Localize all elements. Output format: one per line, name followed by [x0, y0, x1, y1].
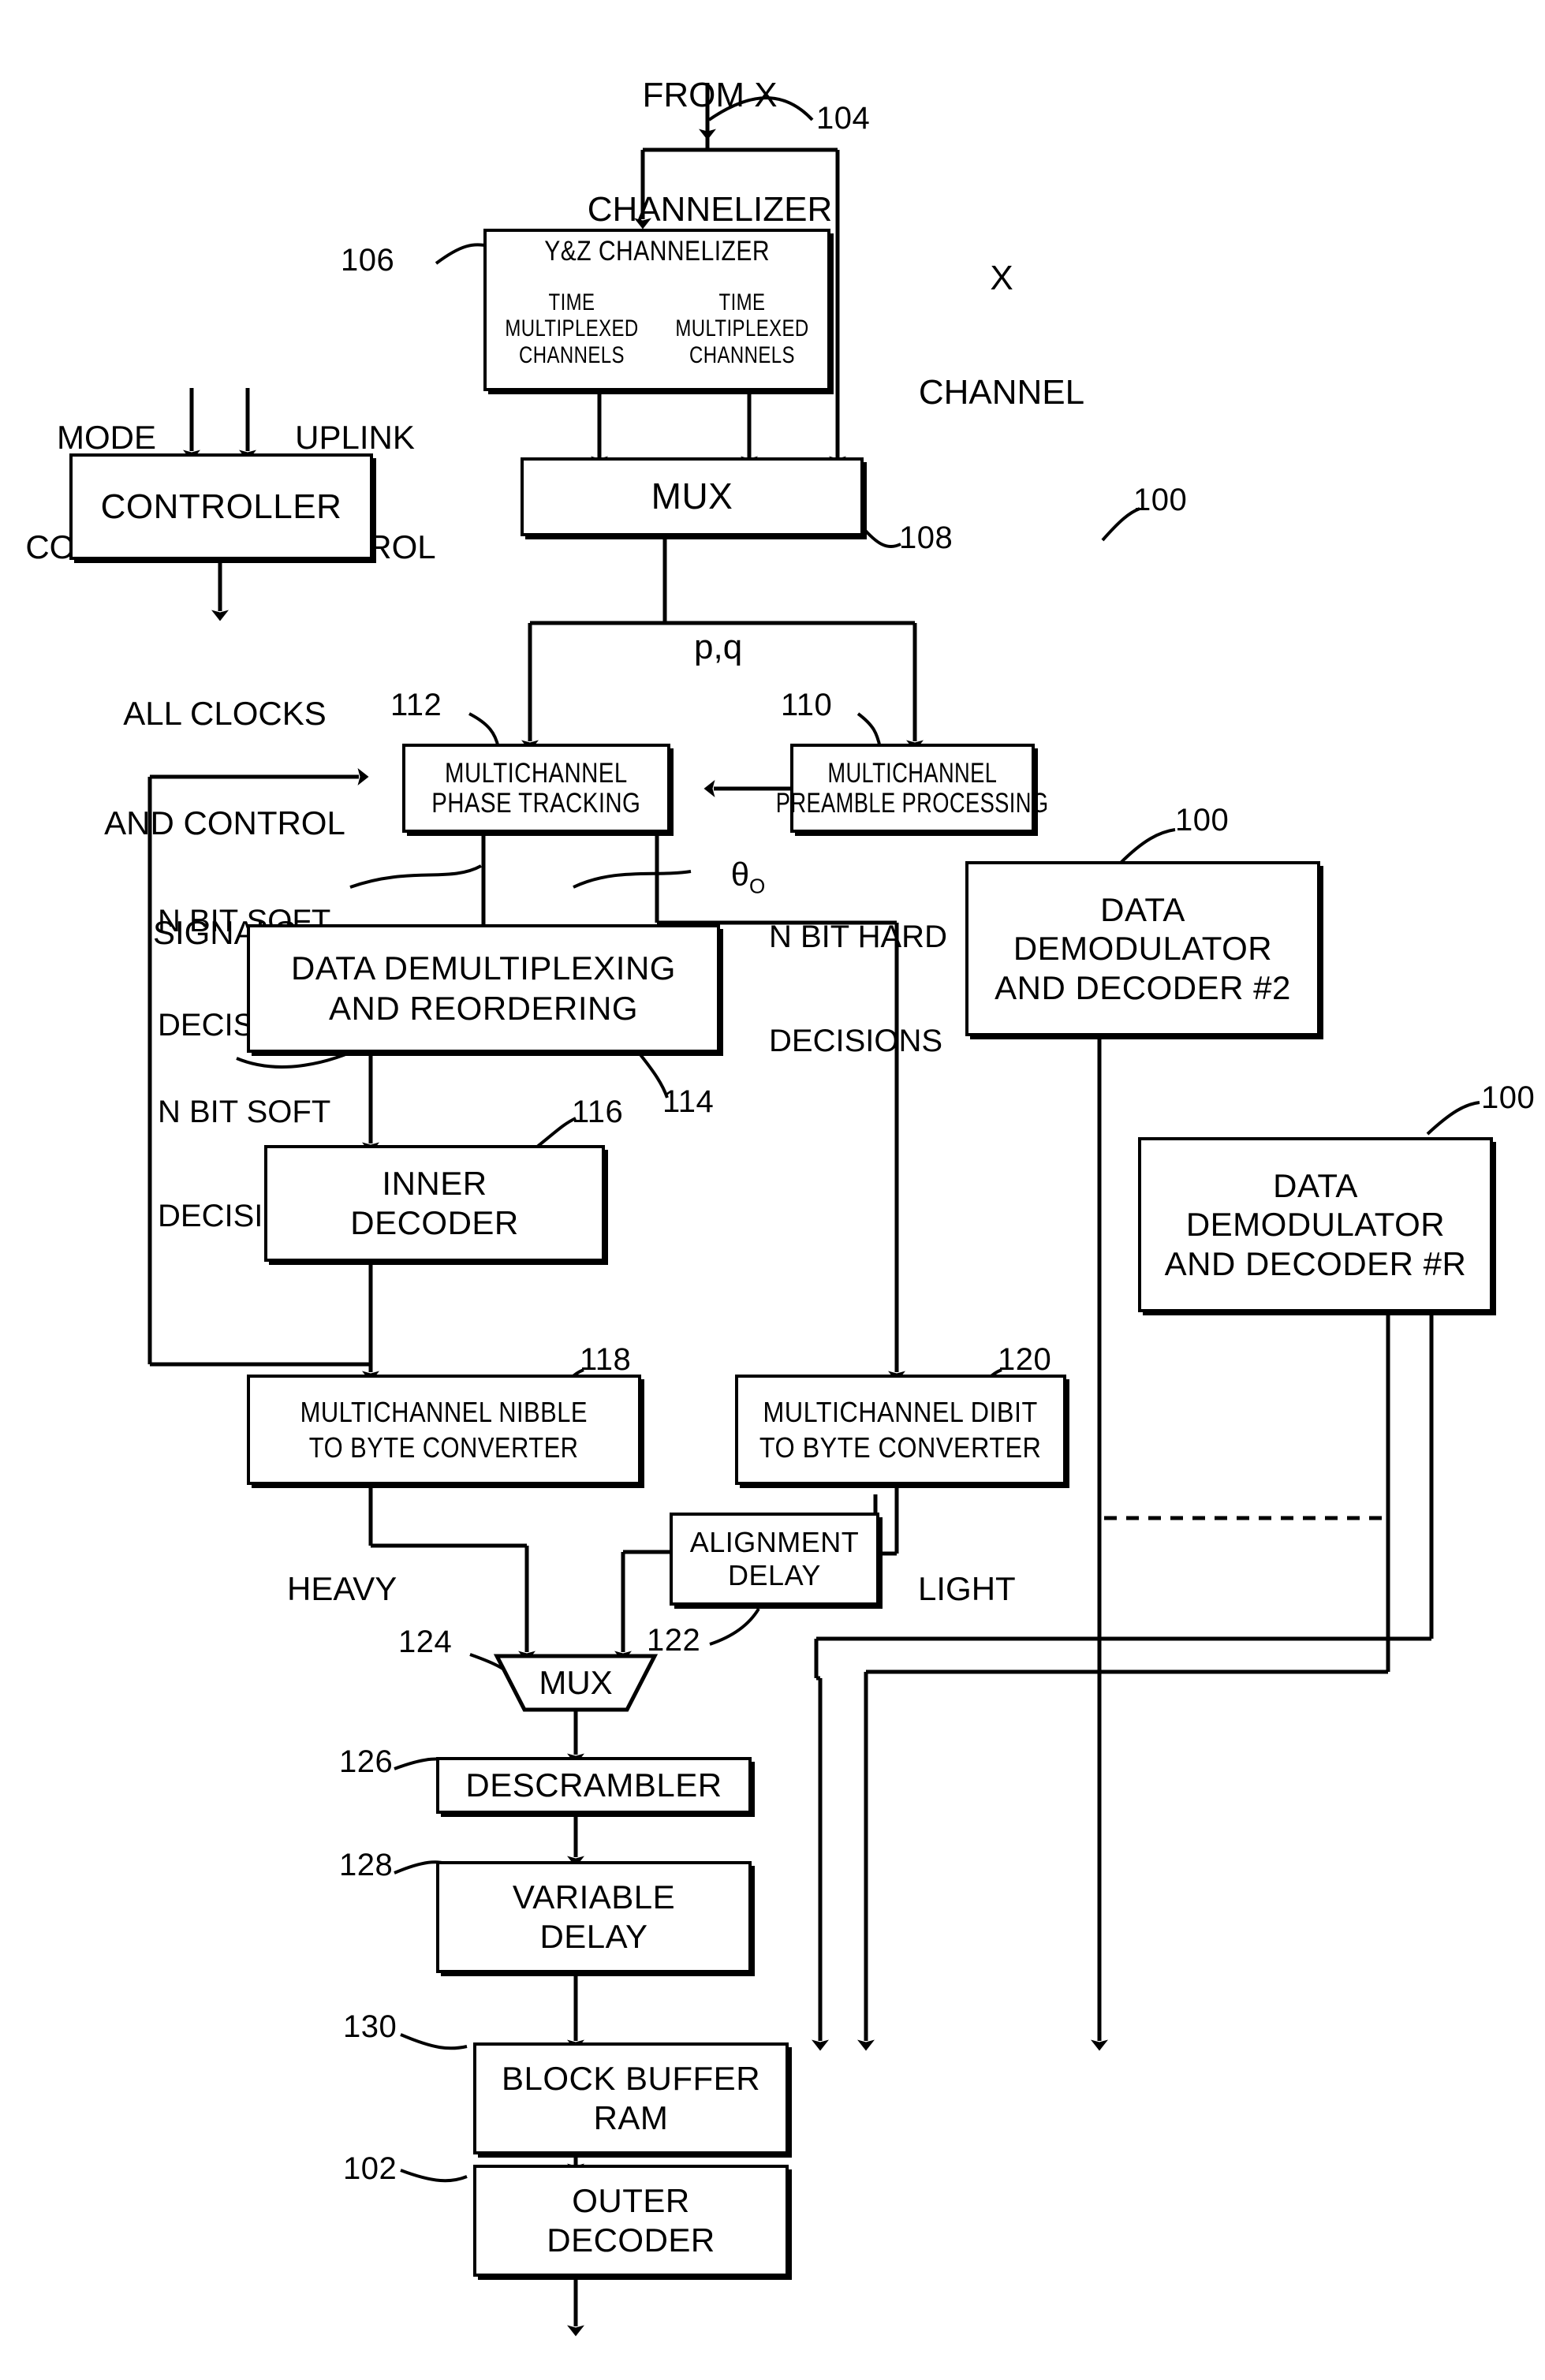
demod2-line1: DATA: [1100, 890, 1185, 928]
yz-right-cell: TIME MULTIPLEXED CHANNELS: [657, 289, 827, 369]
demod2-line3: AND DECODER #2: [995, 968, 1291, 1006]
ref-112: 112: [390, 688, 442, 722]
mux-bottom-block[interactable]: MUX: [497, 1656, 655, 1710]
inner-decoder-block[interactable]: INNER DECODER: [264, 1145, 605, 1262]
light-text: LIGHT: [918, 1570, 1016, 1608]
theta-o-label: θO: [694, 820, 766, 934]
mux-bottom-label: MUX: [539, 1664, 613, 1701]
alignment-delay-block[interactable]: ALIGNMENT DELAY: [670, 1513, 879, 1606]
ref-114: 114: [662, 1084, 715, 1119]
bbram-line2: RAM: [593, 2099, 669, 2136]
from-x-line2: CHANNELIZER: [587, 189, 833, 229]
left-multiplexed: MULTIPLEXED: [505, 315, 639, 342]
x-channel-line2: CHANNEL: [918, 372, 1085, 412]
demodr-line1: DATA: [1273, 1166, 1358, 1204]
right-time: TIME: [718, 289, 766, 315]
inner-line1: INNER: [382, 1164, 487, 1202]
clocks-line1: ALL CLOCKS: [123, 695, 327, 733]
ref-100-demodr: 100: [1481, 1080, 1536, 1115]
hard-line2: DECISIONS: [769, 1024, 943, 1058]
ref-122: 122: [647, 1623, 701, 1658]
theta-symbol: θ: [730, 856, 750, 893]
yz-channelizer-block[interactable]: Y&Z CHANNELIZER TIME MULTIPLEXED CHANNEL…: [483, 229, 830, 391]
right-multiplexed: MULTIPLEXED: [675, 315, 809, 342]
preamble-line2: PREAMBLE PROCESSING: [776, 787, 1049, 819]
n-bit-hard-decisions: N BIT HARD DECISIONS: [769, 850, 947, 1128]
nibble-line1: MULTICHANNEL NIBBLE: [300, 1396, 588, 1428]
pq-label: p,q: [694, 552, 742, 743]
inner-line2: DECODER: [350, 1204, 519, 1241]
ref-118: 118: [580, 1342, 632, 1377]
x-channel-line1: X: [990, 258, 1013, 297]
heavy-text: HEAVY: [287, 1570, 397, 1608]
descrambler-block[interactable]: DESCRAMBLER: [436, 1757, 752, 1814]
mux-top-label: MUX: [651, 476, 733, 517]
left-time: TIME: [548, 289, 595, 315]
mux-top-block[interactable]: MUX: [521, 457, 864, 536]
variable-delay-block[interactable]: VARIABLE DELAY: [436, 1861, 752, 1973]
x-channel-label: X CHANNEL: [891, 183, 1112, 488]
heavy-label: HEAVY: [287, 1498, 397, 1681]
ref-120: 120: [998, 1342, 1052, 1377]
ref-100-demod2: 100: [1175, 803, 1230, 837]
dibit-line1: MULTICHANNEL DIBIT: [763, 1396, 1039, 1428]
ref-106: 106: [341, 243, 395, 278]
ref-102: 102: [343, 2151, 397, 2186]
vardelay-line1: VARIABLE: [512, 1878, 676, 1916]
ref-126: 126: [339, 1744, 394, 1779]
ref-124: 124: [398, 1625, 453, 1659]
multichannel-nibble-to-byte-block[interactable]: MULTICHANNEL NIBBLE TO BYTE CONVERTER: [247, 1375, 641, 1485]
vardelay-line2: DELAY: [539, 1918, 648, 1955]
hard-line1: N BIT HARD: [769, 920, 947, 954]
light-label: LIGHT: [918, 1498, 1016, 1681]
multichannel-preamble-processing-block[interactable]: MULTICHANNEL PREAMBLE PROCESSING: [776, 744, 1048, 833]
demux-line2: AND REORDERING: [328, 989, 639, 1027]
phase-line1: MULTICHANNEL: [445, 757, 628, 789]
soft2-line1: N BIT SOFT: [158, 1095, 331, 1129]
pq-text: p,q: [694, 627, 743, 666]
mode-line1: MODE: [57, 419, 156, 457]
right-channels: CHANNELS: [689, 341, 795, 368]
ref-108: 108: [899, 520, 953, 555]
yz-channelizer-title: Y&Z CHANNELIZER: [544, 236, 770, 267]
demodr-line3: AND DECODER #R: [1164, 1244, 1467, 1282]
dibit-line2: TO BYTE CONVERTER: [759, 1431, 1042, 1464]
outer-decoder-block[interactable]: OUTER DECODER: [473, 2165, 789, 2277]
multichannel-phase-tracking-block[interactable]: MULTICHANNEL PHASE TRACKING: [402, 744, 670, 833]
controller-label: CONTROLLER: [100, 487, 342, 526]
theta-subscript: O: [749, 874, 766, 898]
ref-116: 116: [572, 1095, 624, 1129]
preamble-line1: MULTICHANNEL: [827, 757, 998, 789]
align-line2: DELAY: [728, 1559, 821, 1591]
left-channels: CHANNELS: [519, 341, 625, 368]
ref-128: 128: [339, 1848, 394, 1882]
yz-left-cell: TIME MULTIPLEXED CHANNELS: [487, 289, 657, 369]
ref-100-main: 100: [1133, 483, 1188, 517]
align-line1: ALIGNMENT: [689, 1525, 860, 1558]
bbram-line1: BLOCK BUFFER: [501, 2059, 761, 2097]
demodr-line2: DEMODULATOR: [1185, 1206, 1446, 1244]
controller-block[interactable]: CONTROLLER: [69, 453, 373, 560]
nibble-line2: TO BYTE CONVERTER: [309, 1431, 579, 1464]
ref-130: 130: [343, 2009, 397, 2044]
phase-line2: PHASE TRACKING: [431, 787, 641, 819]
outer-line1: OUTER: [572, 2181, 690, 2219]
block-buffer-ram-block[interactable]: BLOCK BUFFER RAM: [473, 2042, 789, 2154]
data-demodulator-decoder-r-block[interactable]: DATA DEMODULATOR AND DECODER #R: [1138, 1137, 1493, 1312]
patent-figure-canvas: FROM X CHANNELIZER 104 X CHANNEL 106 Y&Z…: [0, 0, 1545, 2380]
ref-110: 110: [781, 688, 833, 722]
outer-line2: DECODER: [547, 2221, 715, 2259]
descrambler-label: DESCRAMBLER: [465, 1766, 722, 1804]
demux-line1: DATA DEMULTIPLEXING: [291, 949, 676, 987]
ref-104: 104: [816, 101, 871, 136]
data-demodulator-decoder-2-block[interactable]: DATA DEMODULATOR AND DECODER #2: [965, 861, 1320, 1036]
multichannel-dibit-to-byte-block[interactable]: MULTICHANNEL DIBIT TO BYTE CONVERTER: [735, 1375, 1066, 1485]
uplink-line1: UPLINK: [295, 419, 415, 457]
demod2-line2: DEMODULATOR: [1013, 930, 1273, 968]
